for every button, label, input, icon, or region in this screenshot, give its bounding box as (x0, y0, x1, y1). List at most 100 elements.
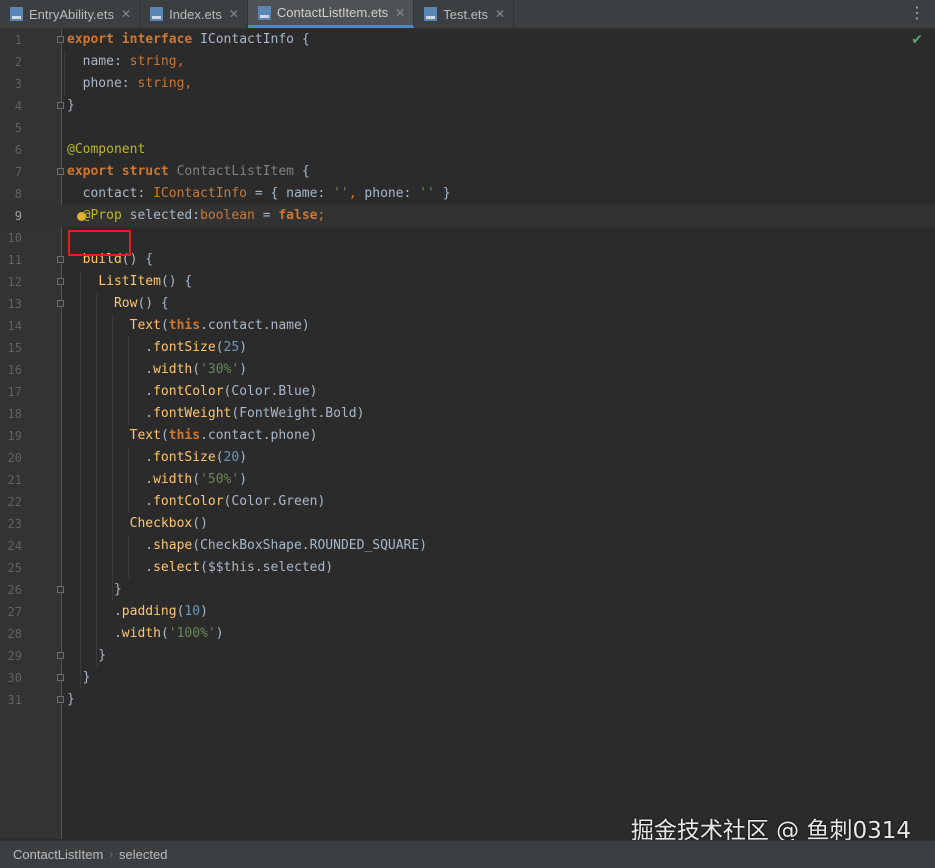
code-token: .contact.phone) (200, 428, 318, 443)
breadcrumb-item[interactable]: selected (113, 847, 173, 862)
code-line[interactable]: 3 phone: string, (0, 73, 935, 95)
code-line[interactable]: 1 export interface IContactInfo { (0, 29, 935, 51)
indent-guide (128, 447, 129, 513)
line-number: 5 (14, 121, 22, 135)
code-token: '50%' (200, 472, 240, 487)
intention-bulb-icon[interactable] (77, 212, 86, 221)
annotation-highlight-box (68, 230, 131, 256)
line-number: 31 (7, 693, 22, 707)
fold-marker-icon[interactable] (57, 300, 64, 307)
indent-guide (112, 315, 113, 601)
fold-marker-icon[interactable] (57, 168, 64, 175)
code-line[interactable]: 18 .fontWeight(FontWeight.Bold) (0, 403, 935, 425)
code-token: ( (192, 362, 201, 377)
code-line[interactable]: 14 Text(this.contact.name) (0, 315, 935, 337)
tab-index-ets[interactable]: Index.ets ✕ (140, 0, 248, 28)
fold-marker-icon[interactable] (57, 278, 64, 285)
code-token: { (294, 164, 310, 179)
code-token: fontWeight (153, 406, 232, 421)
ets-file-icon (10, 7, 23, 21)
fold-marker-icon[interactable] (57, 586, 64, 593)
code-line[interactable]: 8 contact: IContactInfo = { name: '', ph… (0, 183, 935, 205)
tab-test-ets[interactable]: Test.ets ✕ (414, 0, 515, 28)
code-token: .contact.name) (200, 318, 310, 333)
code-line[interactable]: 29 } (0, 645, 935, 667)
code-token: fontSize (153, 450, 216, 465)
line-number: 28 (7, 627, 22, 641)
code-token: 25 (223, 340, 240, 355)
code-line[interactable]: 17 .fontColor(Color.Blue) (0, 381, 935, 403)
code-token: ( (160, 428, 169, 443)
code-line[interactable]: 26 } (0, 579, 935, 601)
tab-label: Index.ets (169, 6, 222, 22)
code-token: '' (333, 186, 349, 201)
line-number: 13 (7, 297, 22, 311)
code-line[interactable]: 16 .width('30%') (0, 359, 935, 381)
code-token: ) (215, 626, 224, 641)
code-token: (Color.Green) (223, 494, 326, 509)
code-line[interactable]: 11 build() { (0, 249, 935, 271)
code-text: Row() { (67, 293, 169, 315)
code-line[interactable]: 27 .padding(10) (0, 601, 935, 623)
code-line[interactable]: 12 ListItem() { (0, 271, 935, 293)
code-line[interactable]: 19 Text(this.contact.phone) (0, 425, 935, 447)
inspection-ok-icon[interactable]: ✔ (911, 32, 923, 48)
fold-marker-icon[interactable] (57, 696, 64, 703)
code-token: . (67, 626, 122, 641)
code-editor[interactable]: 1 export interface IContactInfo {2 name: … (0, 29, 935, 839)
code-token: '' (419, 186, 435, 201)
line-number: 25 (7, 561, 22, 575)
code-line[interactable]: 5 (0, 117, 935, 139)
code-token: interface (121, 32, 193, 47)
code-line[interactable]: 30 } (0, 667, 935, 689)
tab-entryability-ets[interactable]: EntryAbility.ets ✕ (0, 0, 141, 28)
code-token: ) (239, 362, 248, 377)
close-icon[interactable]: ✕ (229, 7, 239, 21)
code-token: @Component (67, 142, 146, 157)
code-token: fontSize (153, 340, 216, 355)
fold-marker-icon[interactable] (57, 652, 64, 659)
code-line[interactable]: 10 (0, 227, 935, 249)
code-line[interactable]: 7 export struct ContactListItem { (0, 161, 935, 183)
code-line[interactable]: 24 .shape(CheckBoxShape.ROUNDED_SQUARE) (0, 535, 935, 557)
code-token: () { (137, 296, 169, 311)
code-token: 10 (184, 604, 201, 619)
code-text: Text(this.contact.name) (67, 315, 310, 337)
code-token: , (184, 76, 193, 91)
code-line[interactable]: 4} (0, 95, 935, 117)
line-number: 11 (7, 253, 22, 267)
code-line[interactable]: 22 .fontColor(Color.Green) (0, 491, 935, 513)
code-line[interactable]: 6 @Component (0, 139, 935, 161)
code-line[interactable]: 13 Row() { (0, 293, 935, 315)
fold-marker-icon[interactable] (57, 36, 64, 43)
fold-marker-icon[interactable] (57, 674, 64, 681)
close-icon[interactable]: ✕ (395, 6, 405, 20)
code-line[interactable]: 23 Checkbox() (0, 513, 935, 535)
indent-guide (128, 535, 129, 579)
code-token: string (137, 76, 185, 91)
fold-marker-icon[interactable] (57, 102, 64, 109)
code-line[interactable]: 25 .select($$this.selected) (0, 557, 935, 579)
line-number: 1 (14, 33, 22, 47)
code-line[interactable]: 31} (0, 689, 935, 711)
editor-tab-bar: EntryAbility.ets ✕ Index.ets ✕ ContactListIt… (0, 0, 935, 29)
code-line[interactable]: 9 @Prop selected:boolean = false; (0, 205, 935, 227)
code-line[interactable]: 21 .width('50%') (0, 469, 935, 491)
close-icon[interactable]: ✕ (495, 7, 505, 21)
code-line[interactable]: 20 .fontSize(20) (0, 447, 935, 469)
indent-guide (80, 271, 81, 689)
code-line[interactable]: 2 name: string, (0, 51, 935, 73)
code-line[interactable]: 15 .fontSize(25) (0, 337, 935, 359)
breadcrumb-item[interactable]: ContactListItem (0, 847, 109, 862)
close-icon[interactable]: ✕ (121, 7, 131, 21)
code-token: (CheckBoxShape.ROUNDED_SQUARE) (192, 538, 428, 553)
fold-marker-icon[interactable] (57, 256, 64, 263)
tab-menu-icon[interactable]: ⋮ (909, 5, 925, 21)
tab-contactlistitem-ets[interactable]: ContactListItem.ets ✕ (247, 0, 415, 28)
code-token: phone: (67, 76, 138, 91)
code-line[interactable]: 28 .width('100%') (0, 623, 935, 645)
